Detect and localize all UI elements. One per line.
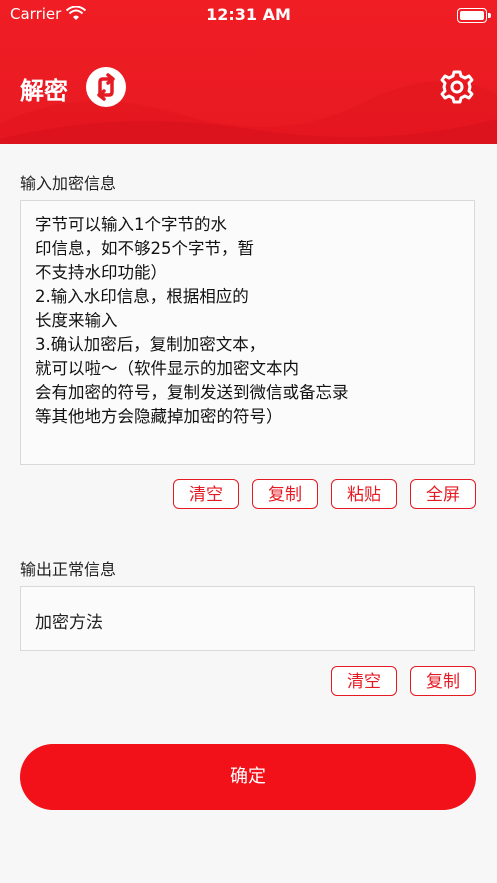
- swap-arrows-icon: [97, 73, 115, 101]
- output-copy-button[interactable]: 复制: [410, 666, 476, 696]
- clock: 12:31 AM: [206, 5, 291, 24]
- input-line: 长度来输入: [35, 311, 118, 330]
- confirm-button[interactable]: 确定: [20, 744, 476, 810]
- input-line: 会有加密的符号，复制发送到微信或备忘录: [35, 383, 349, 402]
- input-line: 印信息，如不够25个字节，暂: [35, 239, 254, 258]
- input-copy-button[interactable]: 复制: [252, 479, 318, 509]
- input-line: 就可以啦～（软件显示的加密文本内: [35, 359, 299, 378]
- input-fullscreen-button[interactable]: 全屏: [410, 479, 476, 509]
- input-line: 等其他地方会隐藏掉加密的符号）: [35, 407, 283, 426]
- encrypted-input-text: 字节可以输入1个字节的水 印信息，如不够25个字节，暂 不支持水印功能） 2.输…: [35, 213, 460, 429]
- output-clear-button[interactable]: 清空: [331, 666, 397, 696]
- plain-output-text: 加密方法: [35, 613, 103, 633]
- status-bar: Carrier 12:31 AM: [0, 0, 497, 30]
- gear-icon[interactable]: [438, 68, 476, 106]
- input-clear-button[interactable]: 清空: [173, 479, 239, 509]
- output-section-label: 输出正常信息: [20, 560, 117, 579]
- input-line: 字节可以输入1个字节的水: [35, 215, 227, 234]
- input-paste-button[interactable]: 粘贴: [331, 479, 397, 509]
- encrypted-input-textarea[interactable]: 字节可以输入1个字节的水 印信息，如不够25个字节，暂 不支持水印功能） 2.输…: [20, 200, 475, 465]
- input-line: 2.输入水印信息，根据相应的: [35, 287, 249, 306]
- input-line: 3.确认加密后，复制加密文本，: [35, 335, 266, 354]
- hills-background: [0, 81, 497, 144]
- input-line: 不支持水印功能）: [35, 263, 167, 282]
- header: Carrier 12:31 AM 解密: [0, 0, 497, 144]
- page-title: 解密: [20, 77, 68, 105]
- plain-output-field[interactable]: 加密方法: [20, 586, 475, 651]
- input-section-label: 输入加密信息: [20, 174, 117, 193]
- battery-icon: [457, 8, 491, 23]
- switch-mode-button[interactable]: [86, 67, 126, 107]
